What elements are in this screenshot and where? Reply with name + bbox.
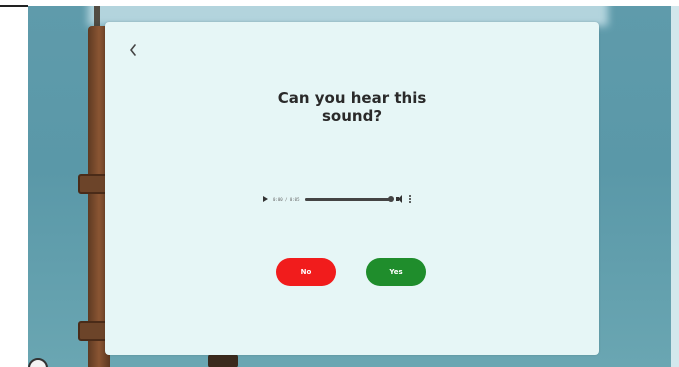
audio-time: 0:00 / 0:05 [273, 196, 300, 202]
pole-base [208, 354, 238, 367]
dialog-title: Can you hear this sound? [105, 89, 599, 125]
back-button[interactable] [123, 40, 143, 60]
audio-progress-bar[interactable] [304, 195, 394, 202]
audio-progress-thumb[interactable] [387, 195, 394, 202]
dialog-title-line-1: Can you hear this [277, 89, 427, 107]
sound-check-dialog: Can you hear this sound? 0:00 / 0:05 No … [105, 22, 599, 355]
yes-button[interactable]: Yes [366, 258, 426, 286]
bolt [28, 358, 48, 367]
audio-player: 0:00 / 0:05 [263, 192, 443, 206]
volume-icon[interactable] [395, 195, 404, 203]
top-strip-line [0, 5, 28, 7]
audio-progress-fill [304, 197, 391, 201]
chevron-left-icon [130, 44, 136, 56]
no-button[interactable]: No [276, 258, 336, 286]
right-edge [671, 6, 679, 367]
play-icon[interactable] [263, 196, 268, 202]
more-options-icon[interactable] [408, 195, 411, 203]
dialog-title-line-2: sound? [321, 107, 383, 125]
